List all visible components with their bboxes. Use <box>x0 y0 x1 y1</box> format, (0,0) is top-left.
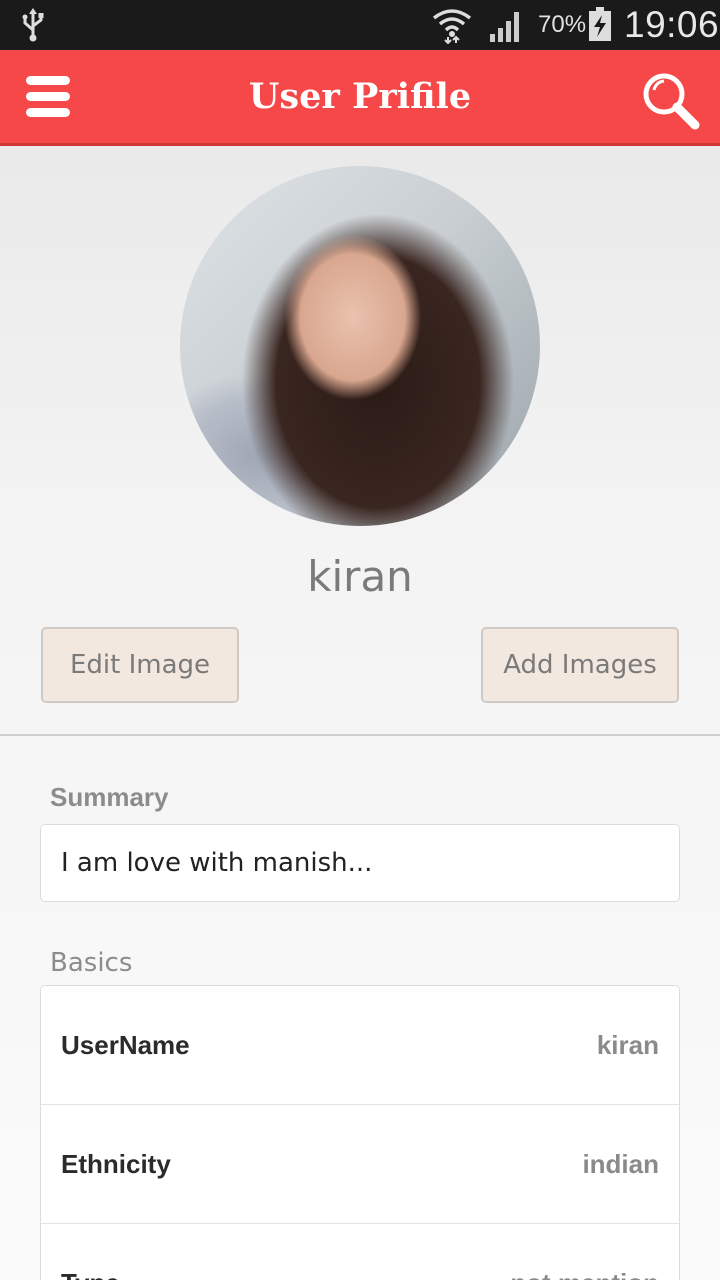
basics-card: UserName kiran Ethnicity indian Type not… <box>40 985 680 1280</box>
clock: 19:06 <box>624 4 720 45</box>
page-title: User Prifile <box>248 76 472 117</box>
basics-label: Basics <box>50 948 133 978</box>
avatar <box>180 166 540 526</box>
list-item[interactable]: Ethnicity indian <box>41 1105 679 1224</box>
summary-label: Summary <box>50 782 169 812</box>
usb-icon <box>22 8 44 42</box>
row-value: kiran <box>596 1030 659 1060</box>
battery-charging-icon <box>589 7 611 41</box>
edit-image-button[interactable]: Edit Image <box>41 627 239 703</box>
list-item[interactable]: Type not mention <box>41 1224 679 1280</box>
battery-percent: 70% <box>538 11 587 38</box>
profile-name: kiran <box>307 552 413 601</box>
row-value: indian <box>582 1149 659 1179</box>
row-key: UserName <box>61 1030 190 1060</box>
row-key: Ethnicity <box>61 1149 171 1179</box>
divider <box>0 734 720 736</box>
app-bar: User Prifile <box>0 50 720 146</box>
status-bar: 70% 19:06 <box>0 0 720 50</box>
search-icon[interactable] <box>640 70 702 132</box>
add-images-button[interactable]: Add Images <box>481 627 679 703</box>
row-value: not mention <box>510 1268 659 1280</box>
row-key: Type <box>61 1268 120 1280</box>
signal-icon <box>490 12 519 42</box>
wifi-icon <box>432 9 472 44</box>
summary-field[interactable]: I am love with manish... <box>40 824 680 902</box>
list-item[interactable]: UserName kiran <box>41 986 679 1105</box>
